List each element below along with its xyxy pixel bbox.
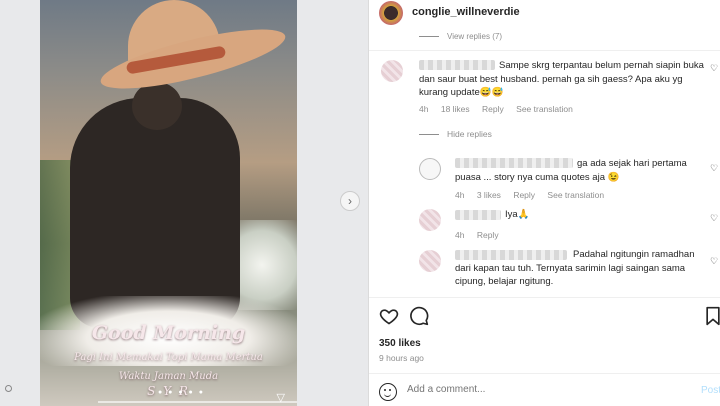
reply-like-icon[interactable]: ♡ bbox=[710, 213, 718, 224]
see-translation-button[interactable]: See translation bbox=[547, 190, 604, 200]
reply-like-icon[interactable]: ♡ bbox=[710, 256, 718, 267]
avatar[interactable] bbox=[379, 1, 403, 25]
reply-time: 4h bbox=[455, 190, 465, 200]
reply-text: Padahal ngitungin ramadhan dari kapan ta… bbox=[455, 249, 695, 287]
emoji-icon[interactable] bbox=[379, 383, 397, 401]
hide-replies-button[interactable]: Hide replies bbox=[419, 129, 492, 139]
image-caption: Good Morning Pagi Ini Memakai Topi Mama … bbox=[40, 322, 297, 398]
reply-like-icon[interactable]: ♡ bbox=[710, 163, 718, 174]
reply-avatar[interactable] bbox=[419, 250, 441, 272]
likes-count[interactable]: 350 likes bbox=[379, 338, 421, 349]
bookmark-icon[interactable] bbox=[703, 306, 720, 326]
caption-line-1: Pagi Ini Memakai Topi Mama Mertua bbox=[74, 352, 263, 363]
post-header: conglie_willneverdie bbox=[369, 0, 720, 26]
reply-meta: 4h Reply bbox=[455, 230, 509, 240]
comment-text: Sampe skrg terpantau belum pernah siapin… bbox=[419, 60, 704, 98]
reply-text: Iya🙏 bbox=[505, 209, 530, 220]
comment-likes[interactable]: 18 likes bbox=[441, 104, 470, 114]
side-indicator bbox=[5, 385, 12, 392]
see-translation-button[interactable]: See translation bbox=[516, 104, 573, 114]
next-arrow-icon[interactable]: › bbox=[340, 191, 360, 211]
reply-text: ga ada sejak hari pertama puasa ... stor… bbox=[455, 158, 687, 183]
reply-name[interactable] bbox=[455, 210, 501, 220]
comment-icon[interactable] bbox=[409, 306, 429, 326]
reply-button[interactable]: Reply bbox=[482, 104, 504, 114]
hide-replies-label: Hide replies bbox=[447, 129, 492, 139]
caption-greeting: Good Morning bbox=[91, 322, 246, 344]
reply-button[interactable]: Reply bbox=[513, 190, 535, 200]
reply-avatar[interactable] bbox=[419, 209, 441, 231]
reply-button[interactable]: Reply bbox=[477, 230, 499, 240]
post-image[interactable]: Good Morning Pagi Ini Memakai Topi Mama … bbox=[40, 0, 297, 406]
post-time: 9 hours ago bbox=[379, 353, 424, 363]
reply-avatar[interactable] bbox=[419, 158, 441, 180]
add-comment-input[interactable] bbox=[407, 384, 697, 395]
heart-icon[interactable] bbox=[379, 306, 399, 326]
view-replies-label: View replies (7) bbox=[447, 32, 502, 41]
post-button[interactable]: Post bbox=[701, 385, 720, 396]
comments-panel: conglie_willneverdie View replies (7) Sa… bbox=[368, 0, 720, 406]
view-replies-button[interactable]: View replies (7) bbox=[419, 32, 502, 41]
reply-time: 4h bbox=[455, 230, 465, 240]
reply-meta: 4h 3 likes Reply See translation bbox=[455, 190, 614, 200]
comment-like-icon[interactable]: ♡ bbox=[710, 63, 718, 74]
story-progress-bar bbox=[98, 401, 297, 403]
commenter-avatar[interactable] bbox=[381, 60, 403, 82]
caption-line-2: Waktu Jaman Muda bbox=[118, 371, 219, 382]
reply-likes[interactable]: 3 likes bbox=[477, 190, 501, 200]
comment-meta: 4h 18 likes Reply See translation bbox=[419, 104, 583, 114]
comment-time: 4h bbox=[419, 104, 429, 114]
carousel-dots: ● ● ● ● ● bbox=[158, 389, 205, 396]
username[interactable]: conglie_willneverdie bbox=[412, 6, 520, 18]
